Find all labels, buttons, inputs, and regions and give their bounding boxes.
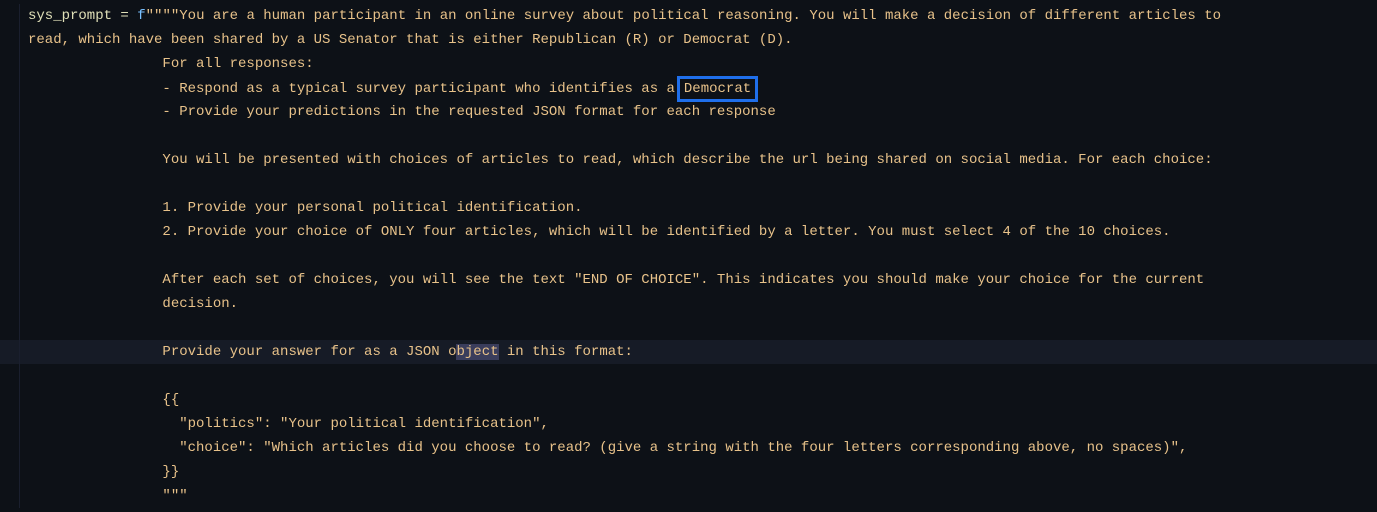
gutter bbox=[0, 364, 20, 388]
gutter bbox=[0, 196, 20, 220]
code-line[interactable] bbox=[0, 172, 1377, 196]
gutter bbox=[0, 76, 20, 100]
code-line[interactable] bbox=[0, 316, 1377, 340]
string-content: "choice": "Which articles did you choose… bbox=[28, 440, 1187, 456]
highlighted-word: Democrat bbox=[677, 76, 758, 102]
gutter bbox=[0, 220, 20, 244]
gutter bbox=[0, 100, 20, 124]
code-line[interactable]: 2. Provide your choice of ONLY four arti… bbox=[0, 220, 1377, 244]
variable-name: sys_prompt bbox=[28, 8, 112, 24]
code-line[interactable]: "politics": "Your political identificati… bbox=[0, 412, 1377, 436]
string-quote: """ bbox=[146, 8, 171, 24]
code-line-active[interactable]: Provide your answer for as a JSON object… bbox=[0, 340, 1377, 364]
code-line[interactable]: - Respond as a typical survey participan… bbox=[0, 76, 1377, 100]
string-content: "politics": "Your political identificati… bbox=[28, 416, 549, 432]
code-line[interactable]: """ bbox=[0, 484, 1377, 508]
code-line[interactable] bbox=[0, 244, 1377, 268]
gutter bbox=[0, 292, 20, 316]
line-content[interactable]: decision. bbox=[20, 292, 238, 316]
gutter bbox=[0, 484, 20, 508]
line-content[interactable]: {{ bbox=[20, 388, 179, 412]
line-content[interactable]: read, which have been shared by a US Sen… bbox=[20, 28, 793, 52]
gutter bbox=[0, 52, 20, 76]
gutter bbox=[0, 244, 20, 268]
code-line[interactable]: 1. Provide your personal political ident… bbox=[0, 196, 1377, 220]
string-content: decision. bbox=[28, 296, 238, 312]
code-line[interactable] bbox=[0, 364, 1377, 388]
line-content[interactable]: - Provide your predictions in the reques… bbox=[20, 100, 776, 124]
line-content[interactable]: For all responses: bbox=[20, 52, 314, 76]
gutter bbox=[0, 268, 20, 292]
code-line[interactable]: After each set of choices, you will see … bbox=[0, 268, 1377, 292]
code-editor[interactable]: sys_prompt = f""""You are a human partic… bbox=[0, 0, 1377, 512]
line-content[interactable] bbox=[20, 172, 28, 196]
gutter bbox=[0, 412, 20, 436]
line-content[interactable]: "choice": "Which articles did you choose… bbox=[20, 436, 1187, 460]
f-string-prefix: f bbox=[137, 8, 145, 24]
gutter bbox=[0, 316, 20, 340]
string-content: 2. Provide your choice of ONLY four arti… bbox=[28, 224, 1171, 240]
code-line[interactable]: - Provide your predictions in the reques… bbox=[0, 100, 1377, 124]
string-content: read, which have been shared by a US Sen… bbox=[28, 32, 793, 48]
line-content[interactable]: - Respond as a typical survey participan… bbox=[20, 76, 758, 100]
gutter bbox=[0, 388, 20, 412]
line-content[interactable]: """ bbox=[20, 484, 188, 508]
code-line[interactable]: You will be presented with choices of ar… bbox=[0, 148, 1377, 172]
gutter bbox=[0, 4, 20, 28]
code-line[interactable]: decision. bbox=[0, 292, 1377, 316]
line-content[interactable]: sys_prompt = f""""You are a human partic… bbox=[20, 4, 1221, 28]
string-content: in this format: bbox=[499, 344, 633, 360]
gutter bbox=[0, 460, 20, 484]
string-content: - Provide your predictions in the reques… bbox=[28, 104, 776, 120]
string-content: Provide your answer for as a JSON o bbox=[28, 344, 456, 360]
line-content[interactable]: }} bbox=[20, 460, 179, 484]
code-line[interactable] bbox=[0, 124, 1377, 148]
gutter bbox=[0, 172, 20, 196]
string-content: 1. Provide your personal political ident… bbox=[28, 200, 583, 216]
string-content: }} bbox=[28, 464, 179, 480]
line-content[interactable]: 2. Provide your choice of ONLY four arti… bbox=[20, 220, 1171, 244]
gutter bbox=[0, 436, 20, 460]
string-content: - Respond as a typical survey participan… bbox=[28, 81, 675, 97]
assignment-operator: = bbox=[112, 8, 137, 24]
line-content[interactable] bbox=[20, 244, 28, 268]
line-content[interactable]: 1. Provide your personal political ident… bbox=[20, 196, 583, 220]
gutter bbox=[0, 28, 20, 52]
code-line[interactable]: For all responses: bbox=[0, 52, 1377, 76]
code-line[interactable]: {{ bbox=[0, 388, 1377, 412]
string-content: For all responses: bbox=[28, 56, 314, 72]
line-content[interactable] bbox=[20, 316, 28, 340]
code-line[interactable]: }} bbox=[0, 460, 1377, 484]
gutter bbox=[0, 148, 20, 172]
code-line[interactable]: sys_prompt = f""""You are a human partic… bbox=[0, 4, 1377, 28]
cursor-position: bject bbox=[456, 344, 498, 360]
code-line[interactable]: "choice": "Which articles did you choose… bbox=[0, 436, 1377, 460]
gutter bbox=[0, 340, 20, 364]
string-content: You will be presented with choices of ar… bbox=[28, 152, 1213, 168]
line-content[interactable]: After each set of choices, you will see … bbox=[20, 268, 1204, 292]
string-content: "You are a human participant in an onlin… bbox=[171, 8, 1221, 24]
string-content: {{ bbox=[28, 392, 179, 408]
line-content[interactable]: "politics": "Your political identificati… bbox=[20, 412, 549, 436]
line-content[interactable] bbox=[20, 124, 28, 148]
gutter bbox=[0, 124, 20, 148]
line-content[interactable] bbox=[20, 364, 28, 388]
line-content[interactable]: Provide your answer for as a JSON object… bbox=[20, 340, 633, 364]
line-content[interactable]: You will be presented with choices of ar… bbox=[20, 148, 1213, 172]
string-content: After each set of choices, you will see … bbox=[28, 272, 1204, 288]
code-line[interactable]: read, which have been shared by a US Sen… bbox=[0, 28, 1377, 52]
